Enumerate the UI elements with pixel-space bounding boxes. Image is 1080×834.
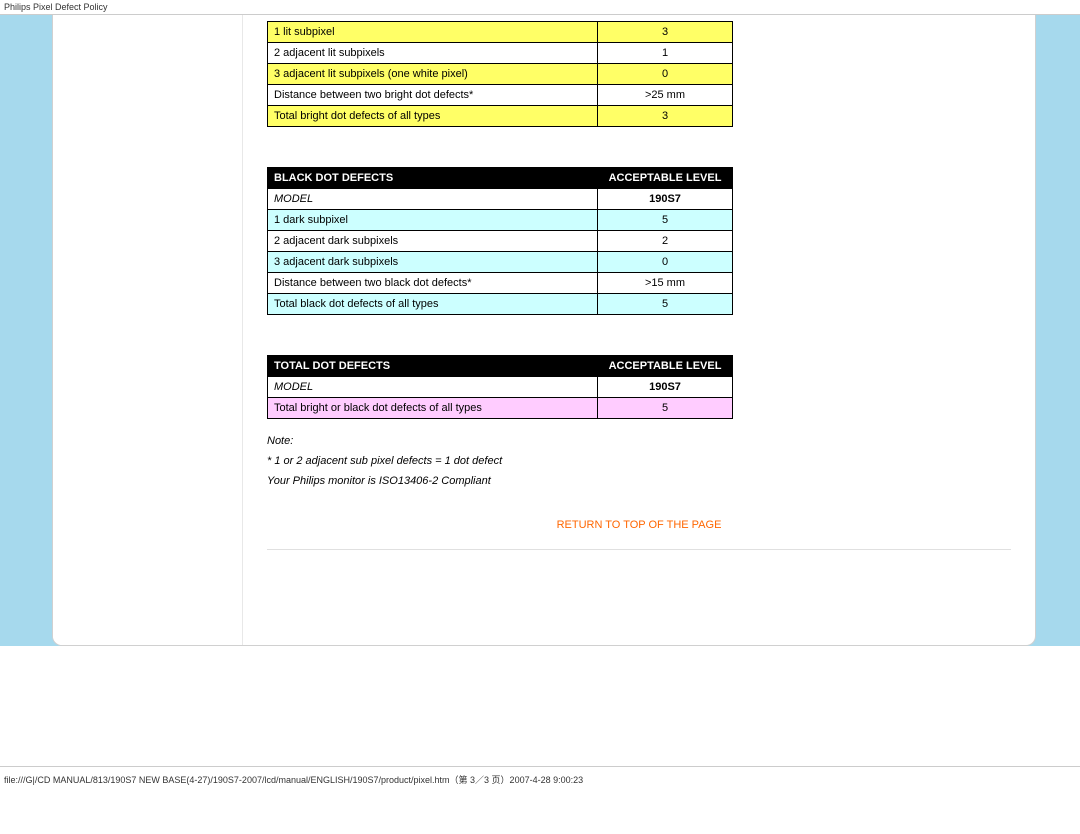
defect-label: Total bright or black dot defects of all… <box>268 398 598 419</box>
defect-label: 2 adjacent dark subpixels <box>268 231 598 252</box>
table-row: Total black dot defects of all types 5 <box>268 294 733 315</box>
model-row: MODEL 190S7 <box>268 189 733 210</box>
bright-dot-table-group: 1 lit subpixel 3 2 adjacent lit subpixel… <box>267 21 1011 127</box>
defect-label: 1 dark subpixel <box>268 210 598 231</box>
table-row: 2 adjacent lit subpixels 1 <box>268 43 733 64</box>
header-black-dot-defects: BLACK DOT DEFECTS <box>268 168 598 189</box>
defect-value: >15 mm <box>598 273 733 294</box>
defect-value: 5 <box>598 294 733 315</box>
main-content: 1 lit subpixel 3 2 adjacent lit subpixel… <box>243 15 1035 645</box>
table-row: Total bright dot defects of all types 3 <box>268 106 733 127</box>
model-value: 190S7 <box>598 377 733 398</box>
defect-label: Distance between two bright dot defects* <box>268 85 598 106</box>
defect-label: Distance between two black dot defects* <box>268 273 598 294</box>
total-dot-table-group: TOTAL DOT DEFECTS ACCEPTABLE LEVEL MODEL… <box>267 355 1011 419</box>
defect-label: 3 adjacent lit subpixels (one white pixe… <box>268 64 598 85</box>
defect-value: 3 <box>598 22 733 43</box>
note-adjacent-subpixel: * 1 or 2 adjacent sub pixel defects = 1 … <box>267 455 1011 467</box>
table-row: 2 adjacent dark subpixels 2 <box>268 231 733 252</box>
black-dot-table: BLACK DOT DEFECTS ACCEPTABLE LEVEL MODEL… <box>267 167 733 315</box>
model-row: MODEL 190S7 <box>268 377 733 398</box>
table-row: 3 adjacent lit subpixels (one white pixe… <box>268 64 733 85</box>
defect-value: 2 <box>598 231 733 252</box>
defect-label: 3 adjacent dark subpixels <box>268 252 598 273</box>
defect-label: 2 adjacent lit subpixels <box>268 43 598 64</box>
content-frame: 1 lit subpixel 3 2 adjacent lit subpixel… <box>52 15 1036 646</box>
total-dot-table: TOTAL DOT DEFECTS ACCEPTABLE LEVEL MODEL… <box>267 355 733 419</box>
defect-value: 1 <box>598 43 733 64</box>
model-label: MODEL <box>268 189 598 210</box>
return-to-top-link[interactable]: RETURN TO TOP OF THE PAGE <box>267 519 1011 531</box>
defect-value: 0 <box>598 252 733 273</box>
note-iso-compliance: Your Philips monitor is ISO13406-2 Compl… <box>267 475 1011 487</box>
defect-value: 5 <box>598 210 733 231</box>
table-row: 1 dark subpixel 5 <box>268 210 733 231</box>
page-header: Philips Pixel Defect Policy <box>0 0 1080 15</box>
defect-label: Total black dot defects of all types <box>268 294 598 315</box>
notes-section: Note: * 1 or 2 adjacent sub pixel defect… <box>267 435 1011 487</box>
black-dot-table-group: BLACK DOT DEFECTS ACCEPTABLE LEVEL MODEL… <box>267 167 1011 315</box>
defect-label: Total bright dot defects of all types <box>268 106 598 127</box>
left-sidebar <box>53 15 243 645</box>
table-header-row: TOTAL DOT DEFECTS ACCEPTABLE LEVEL <box>268 356 733 377</box>
header-acceptable-level: ACCEPTABLE LEVEL <box>598 356 733 377</box>
defect-value: 0 <box>598 64 733 85</box>
defect-value: 5 <box>598 398 733 419</box>
note-label: Note: <box>267 435 1011 447</box>
defect-value: 3 <box>598 106 733 127</box>
header-total-dot-defects: TOTAL DOT DEFECTS <box>268 356 598 377</box>
model-label: MODEL <box>268 377 598 398</box>
table-row: 3 adjacent dark subpixels 0 <box>268 252 733 273</box>
header-acceptable-level: ACCEPTABLE LEVEL <box>598 168 733 189</box>
table-row: 1 lit subpixel 3 <box>268 22 733 43</box>
defect-value: >25 mm <box>598 85 733 106</box>
table-row: Total bright or black dot defects of all… <box>268 398 733 419</box>
model-value: 190S7 <box>598 189 733 210</box>
page-footer: file:///G|/CD MANUAL/813/190S7 NEW BASE(… <box>0 766 1080 792</box>
table-row: Distance between two bright dot defects*… <box>268 85 733 106</box>
page-background: 1 lit subpixel 3 2 adjacent lit subpixel… <box>0 15 1080 646</box>
table-row: Distance between two black dot defects* … <box>268 273 733 294</box>
bright-dot-table: 1 lit subpixel 3 2 adjacent lit subpixel… <box>267 21 733 127</box>
separator <box>267 549 1011 550</box>
defect-label: 1 lit subpixel <box>268 22 598 43</box>
table-header-row: BLACK DOT DEFECTS ACCEPTABLE LEVEL <box>268 168 733 189</box>
